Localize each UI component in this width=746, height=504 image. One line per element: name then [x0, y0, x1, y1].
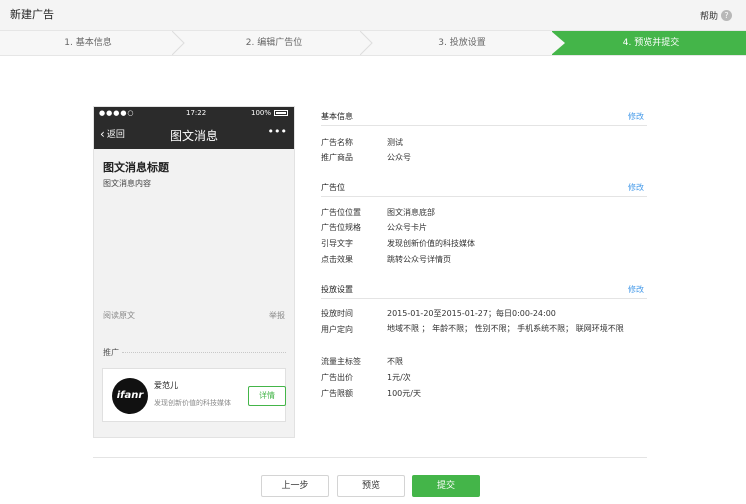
section-slot-title: 广告位	[321, 183, 345, 192]
edit-slot-link[interactable]: 修改	[628, 182, 644, 193]
field-label: 广告限额	[321, 389, 353, 398]
signal-icon: ●●●●○	[99, 109, 135, 117]
field-value: 公众号卡片	[387, 223, 427, 232]
field-value: 2015-01-20至2015-01-27；每日0:00-24:00	[387, 309, 556, 318]
section-divider	[321, 298, 647, 299]
phone-nav-bar: ‹ 返回 图文消息 •••	[94, 119, 294, 149]
promo-label: 推广	[103, 348, 119, 357]
field-label: 广告出价	[321, 373, 353, 382]
field-value: 跳转公众号详情页	[387, 255, 451, 264]
battery-icon	[274, 110, 288, 116]
field-label: 引导文字	[321, 239, 353, 248]
ad-card-desc: 发现创新价值的科技媒体	[154, 399, 231, 407]
field-label: 广告名称	[321, 138, 353, 147]
section-divider	[321, 196, 647, 197]
field-label: 用户定向	[321, 325, 353, 334]
phone-preview: ●●●●○ 17:22 100% ‹ 返回 图文消息 ••• 图文消息标题 图文…	[93, 106, 295, 438]
field-value: 1元/次	[387, 373, 411, 382]
field-value: 不限	[387, 357, 403, 366]
step-basic-info: 1. 基本信息	[64, 38, 112, 48]
field-label: 推广商品	[321, 153, 353, 162]
preview-button[interactable]: 预览	[337, 475, 405, 497]
battery-status: 100%	[251, 109, 288, 117]
read-original-link: 阅读原文	[103, 311, 135, 320]
article-content: 图文消息内容	[103, 179, 151, 188]
phone-nav-title: 图文消息	[169, 129, 218, 143]
field-label: 点击效果	[321, 255, 353, 264]
footer-divider	[93, 457, 647, 458]
battery-percent: 100%	[250, 109, 271, 117]
section-divider	[321, 125, 647, 126]
report-link: 举报	[269, 311, 285, 320]
phone-status-bar: ●●●●○ 17:22 100%	[94, 107, 294, 119]
section-delivery-title: 投放设置	[321, 285, 353, 294]
field-value: 发现创新价值的科技媒体	[387, 239, 475, 248]
step-preview-submit: 4. 预览并提交	[622, 38, 680, 48]
submit-button[interactable]: 提交	[412, 475, 480, 497]
field-value: 地域不限 ； 年龄不限； 性别不限； 手机系统不限； 联网环境不限	[387, 324, 624, 333]
step-delivery-settings: 3. 投放设置	[438, 38, 486, 48]
ad-card-name: 爱范儿	[154, 381, 178, 390]
step-separator-icon	[360, 31, 373, 55]
promo-divider	[122, 352, 286, 353]
help-label: 帮助	[699, 12, 718, 22]
field-value: 测试	[387, 138, 403, 147]
field-value: 100元/天	[387, 389, 421, 398]
field-value: 公众号	[387, 153, 411, 162]
step-indicator: 1. 基本信息 2. 编辑广告位 3. 投放设置 4. 预览并提交	[0, 30, 746, 56]
status-time: 17:22	[186, 109, 207, 117]
edit-delivery-link[interactable]: 修改	[628, 284, 644, 295]
field-label: 广告位规格	[321, 223, 361, 232]
field-label: 投放时间	[321, 309, 353, 318]
avatar: ifanr	[112, 378, 148, 414]
help-link[interactable]: 帮助 ?	[700, 9, 732, 22]
step-separator-icon	[172, 31, 185, 55]
more-icon: •••	[267, 125, 287, 138]
edit-basic-link[interactable]: 修改	[628, 111, 644, 122]
field-label: 流量主标签	[321, 357, 361, 366]
page-title: 新建广告	[10, 8, 54, 21]
article-title: 图文消息标题	[103, 161, 169, 174]
field-label: 广告位位置	[321, 208, 361, 217]
top-bar: 新建广告 帮助 ?	[0, 0, 746, 30]
ad-card-detail-button: 详情	[248, 386, 286, 406]
step-edit-slot: 2. 编辑广告位	[245, 38, 303, 48]
field-value: 图文消息底部	[387, 208, 435, 217]
section-basic-title: 基本信息	[321, 112, 353, 121]
prev-step-button[interactable]: 上一步	[261, 475, 329, 497]
ad-card: ifanr 爱范儿 发现创新价值的科技媒体 详情	[102, 368, 286, 422]
question-icon: ?	[721, 10, 732, 21]
